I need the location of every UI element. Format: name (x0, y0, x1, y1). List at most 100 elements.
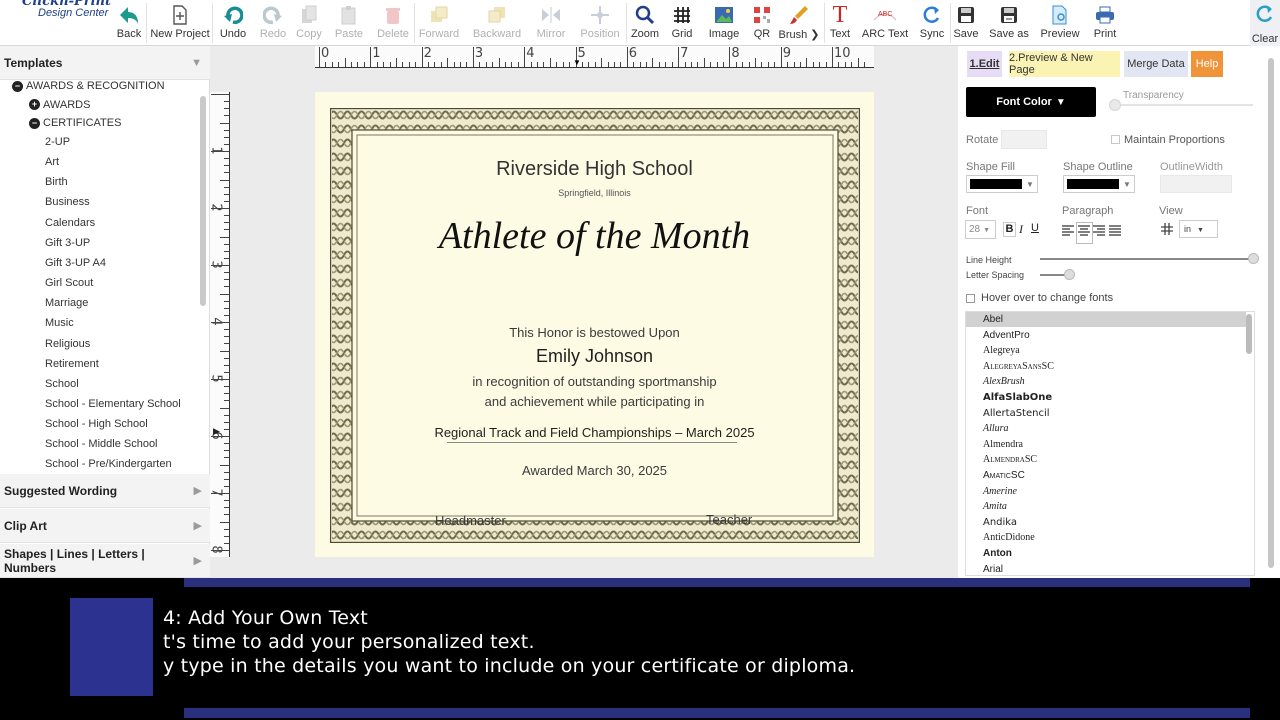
tree-item[interactable]: Marriage (45, 297, 88, 309)
design-canvas[interactable]: 0 1 2 3 4 5 6 7 8 9 10 ▼ 12345678 ▶ Riverside High … (209, 46, 958, 578)
qr-button[interactable]: QR (750, 4, 774, 44)
font-list-scrollbar[interactable] (1246, 314, 1252, 354)
school-location[interactable]: Springfield, Illinois (315, 188, 874, 198)
forward-button[interactable]: Forward (418, 4, 460, 44)
new-project-button[interactable]: New Project (150, 4, 210, 44)
rotate-input[interactable] (1001, 130, 1047, 149)
delete-button[interactable]: Delete (376, 4, 410, 44)
align-justify-icon[interactable] (1109, 224, 1122, 242)
tree-scrollbar[interactable] (200, 96, 206, 306)
shape-fill-picker[interactable]: ▼ (966, 175, 1038, 193)
tree-item[interactable]: − CERTIFICATES (29, 117, 121, 129)
tree-item[interactable]: Religious (45, 338, 90, 350)
line-height-slider-handle[interactable] (1248, 253, 1259, 264)
tree-item[interactable]: Gift 3-UP (45, 237, 90, 249)
tree-item[interactable]: + AWARDS (29, 99, 90, 111)
paste-button[interactable]: Paste (334, 4, 364, 44)
outline-width-input[interactable] (1160, 175, 1232, 193)
sync-button[interactable]: Sync (918, 4, 946, 44)
font-size-select[interactable]: 28 ▼ (965, 220, 996, 239)
italic-button[interactable]: I (1019, 222, 1029, 237)
panel-scrollbar[interactable] (1268, 58, 1274, 568)
backward-button[interactable]: Backward (472, 4, 522, 44)
font-option[interactable]: Amita (966, 499, 1246, 514)
font-option[interactable]: AllertaStencil (966, 406, 1246, 421)
certificate-title[interactable]: Athlete of the Month (315, 214, 874, 258)
save-as-button[interactable]: Save as (988, 4, 1030, 44)
tab-help[interactable]: Help (1191, 51, 1223, 77)
shape-outline-picker[interactable]: ▼ (1063, 175, 1135, 193)
tab-edit[interactable]: 1.Edit (967, 51, 1002, 77)
tree-item[interactable]: Girl Scout (45, 277, 93, 289)
preview-button[interactable]: Preview (1040, 4, 1080, 44)
letter-spacing-slider-handle[interactable] (1064, 269, 1075, 280)
clear-button[interactable]: Clear (1250, 0, 1280, 46)
tab-merge-data[interactable]: Merge Data (1124, 51, 1188, 77)
recognition-line-1[interactable]: in recognition of outstanding sportmansh… (315, 374, 874, 389)
font-option[interactable]: AlegreyaSansSC (966, 359, 1246, 374)
font-option[interactable]: Almendra (966, 437, 1246, 452)
suggested-wording-header[interactable]: Suggested Wording ▶ (0, 474, 210, 508)
grid-button[interactable]: Grid (668, 4, 696, 44)
clip-art-header[interactable]: Clip Art ▶ (0, 509, 210, 543)
font-option[interactable]: Arial (966, 562, 1246, 575)
font-option[interactable]: Anton (966, 546, 1246, 561)
expand-icon[interactable]: + (29, 99, 40, 111)
tree-item[interactable]: School - High School (45, 418, 148, 430)
tree-item[interactable]: − AWARDS & RECOGNITION (12, 80, 165, 92)
font-option[interactable]: Abel (966, 312, 1246, 327)
certificate-page[interactable]: Riverside High School Springfield, Illin… (315, 92, 874, 557)
tree-item[interactable]: Retirement (45, 358, 99, 370)
font-option[interactable]: AnticDidone (966, 530, 1246, 545)
line-height-slider[interactable] (1040, 258, 1256, 260)
tree-item[interactable]: Art (45, 156, 59, 168)
recognition-line-2[interactable]: and achievement while participating in (315, 394, 874, 409)
copy-button[interactable]: Copy (294, 4, 324, 44)
event-name[interactable]: Regional Track and Field Championships –… (315, 425, 874, 440)
font-option[interactable]: AdventPro (966, 328, 1246, 343)
tree-item[interactable]: School - Pre/Kindergarten (45, 458, 172, 470)
transparency-slider-handle[interactable] (1109, 99, 1121, 111)
font-option[interactable]: AlexBrush (966, 374, 1246, 389)
align-left-icon[interactable] (1062, 224, 1075, 242)
tree-item[interactable]: 2-UP (45, 136, 70, 148)
tree-item[interactable]: Calendars (45, 217, 95, 229)
zoom-button[interactable]: Zoom (630, 4, 660, 44)
print-button[interactable]: Print (1090, 4, 1120, 44)
font-option[interactable]: Allura (966, 421, 1246, 436)
tree-item[interactable]: Birth (45, 176, 68, 188)
bold-button[interactable]: B (1003, 222, 1016, 237)
redo-button[interactable]: Redo (258, 4, 288, 44)
tab-preview-new-page[interactable]: 2.Preview & New Page (1009, 51, 1120, 77)
align-center-icon[interactable] (1076, 222, 1093, 244)
maintain-proportions-checkbox[interactable] (1111, 135, 1120, 144)
font-option[interactable]: Alegreya (966, 343, 1246, 358)
view-unit-select[interactable]: in ▼ (1179, 220, 1218, 238)
font-option[interactable]: AlfaSlabOne (966, 390, 1246, 405)
signature-right[interactable]: Teacher (706, 512, 752, 527)
shapes-header[interactable]: Shapes | Lines | Letters | Numbers ▶ (0, 544, 210, 578)
image-button[interactable]: Image (706, 4, 742, 44)
templates-panel-header[interactable]: Templates ▼ (0, 46, 210, 80)
tree-item[interactable]: Gift 3-UP A4 (45, 257, 106, 269)
hover-fonts-checkbox[interactable] (966, 294, 975, 303)
school-name[interactable]: Riverside High School (315, 158, 874, 181)
font-color-button[interactable]: Font Color ▼ (966, 87, 1096, 117)
mirror-button[interactable]: Mirror (534, 4, 568, 44)
underline-button[interactable]: U (1031, 222, 1043, 234)
grid-icon[interactable] (1161, 222, 1173, 240)
font-option[interactable]: AlmendraSC (966, 452, 1246, 467)
signature-left[interactable]: Headmaster (435, 513, 506, 528)
tree-item[interactable]: School (45, 378, 79, 390)
undo-button[interactable]: Undo (218, 4, 248, 44)
position-button[interactable]: Position (580, 4, 620, 44)
collapse-icon[interactable]: − (29, 117, 40, 129)
tree-item[interactable]: Business (45, 196, 90, 208)
awarded-date[interactable]: Awarded March 30, 2025 (315, 463, 874, 478)
back-button[interactable]: Back (116, 4, 142, 44)
align-right-icon[interactable] (1093, 224, 1106, 242)
collapse-icon[interactable]: − (12, 80, 23, 92)
app-logo[interactable]: Clickn-Print Design Center (14, 0, 114, 20)
text-button[interactable]: T Text (828, 3, 852, 44)
arc-text-button[interactable]: ABC ARC Text (862, 4, 908, 44)
